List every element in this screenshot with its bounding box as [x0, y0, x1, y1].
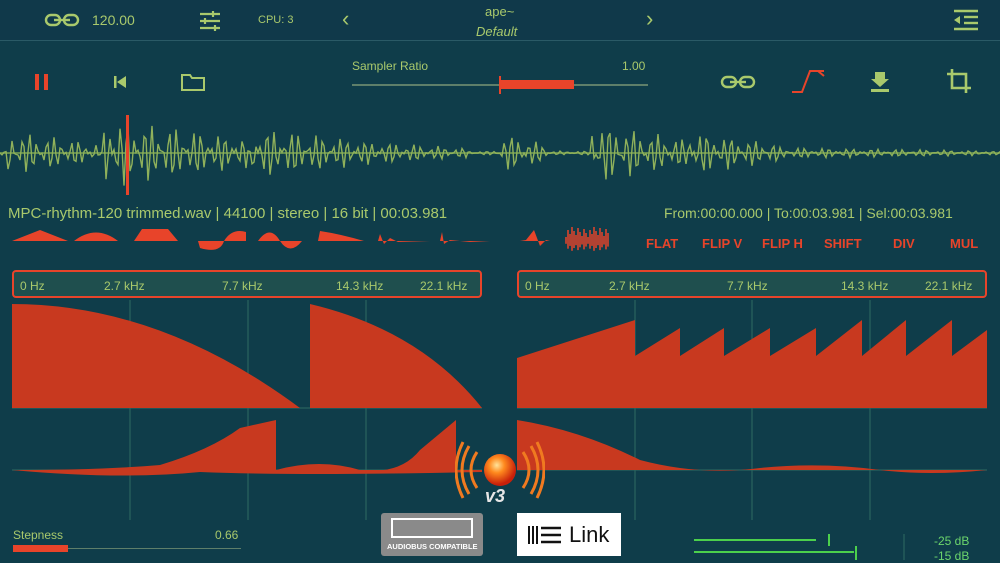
sampler-ratio-label: Sampler Ratio [352, 59, 429, 73]
sampler-ratio-value: 1.00 [622, 59, 646, 73]
link-icon[interactable] [44, 12, 80, 28]
freq-right-4: 22.1 kHz [925, 279, 973, 293]
audiobus-badge: AUDIOBUS COMPATIBLE [381, 513, 483, 556]
meter-bottom-db: -15 dB [934, 549, 970, 563]
waveform-display[interactable] [0, 108, 1000, 198]
audiobus-logo [391, 518, 473, 538]
freq-left-4: 22.1 kHz [420, 279, 468, 293]
shape-bell[interactable] [74, 232, 118, 242]
menu-indent-icon[interactable] [952, 8, 980, 32]
flat-button[interactable]: FLAT [646, 236, 678, 251]
folder-icon[interactable] [180, 72, 206, 92]
stepness-value: 0.66 [215, 528, 239, 542]
shape-presets [12, 227, 609, 251]
mul-button[interactable]: MUL [950, 236, 978, 251]
pause-icon[interactable] [34, 73, 50, 91]
freq-left-2: 7.7 kHz [222, 279, 263, 293]
envelope-trigger-icon[interactable] [790, 68, 826, 94]
sampler-ratio-fill [500, 80, 574, 89]
playhead-marker[interactable] [126, 115, 129, 195]
stepness-label: Stepness [13, 528, 64, 542]
selection-range: From:00:00.000 | To:00:03.981 | Sel:00:0… [664, 205, 953, 221]
level-meters [694, 534, 905, 560]
tempo-value[interactable]: 120.00 [92, 12, 135, 28]
link-toggle-icon[interactable] [720, 74, 756, 90]
freq-left-3: 14.3 kHz [336, 279, 384, 293]
crop-icon[interactable] [946, 68, 972, 94]
freq-axis-left[interactable]: 0 Hz 2.7 kHz 7.7 kHz 14.3 kHz 22.1 kHz [12, 270, 482, 298]
shape-decay[interactable] [318, 231, 364, 241]
shape-burst[interactable] [508, 230, 550, 246]
shape-impulse[interactable] [378, 234, 430, 244]
shape-spike[interactable] [440, 232, 490, 244]
freq-right-0: 0 Hz [525, 279, 550, 293]
shift-button[interactable]: SHIFT [824, 236, 862, 251]
freq-left-1: 2.7 kHz [104, 279, 145, 293]
freq-right-3: 14.3 kHz [841, 279, 889, 293]
sampler-ratio-handle[interactable] [499, 76, 501, 94]
link-logo-icon [528, 526, 561, 544]
next-preset-icon[interactable]: › [646, 6, 653, 32]
sampler-ratio-slider[interactable] [352, 76, 648, 94]
flip-v-button[interactable]: FLIP V [702, 236, 742, 251]
freq-right-2: 7.7 kHz [727, 279, 768, 293]
download-icon[interactable] [870, 70, 890, 92]
shape-wave[interactable] [258, 232, 302, 249]
prev-preset-icon[interactable]: ‹ [342, 6, 349, 32]
div-button[interactable]: DIV [893, 236, 915, 251]
shape-trapezoid[interactable] [134, 229, 178, 241]
meter-top-db: -25 dB [934, 534, 970, 548]
shape-triangle[interactable] [12, 230, 68, 241]
shape-sine[interactable] [198, 231, 246, 250]
shape-noise[interactable] [565, 227, 609, 251]
freq-axis-right[interactable]: 0 Hz 2.7 kHz 7.7 kHz 14.3 kHz 22.1 kHz [517, 270, 987, 298]
plugin-name: ape~ [485, 4, 515, 19]
version-badge: v3 [485, 486, 506, 506]
cpu-label: CPU: 3 [258, 14, 294, 26]
file-info: MPC-rhythm-120 trimmed.wav | 44100 | ste… [8, 205, 448, 222]
stepness-fill [13, 545, 68, 552]
stepness-slider[interactable] [13, 545, 241, 552]
top-bar: 120.00 CPU: 3 ‹ ape~ Default › [0, 0, 1000, 41]
flip-h-button[interactable]: FLIP H [762, 236, 803, 251]
audiobus-text: AUDIOBUS COMPATIBLE [387, 542, 478, 551]
rewind-icon[interactable] [112, 74, 128, 90]
freq-right-1: 2.7 kHz [609, 279, 650, 293]
link-badge: Link [517, 513, 621, 556]
link-badge-text: Link [569, 522, 610, 547]
freq-left-0: 0 Hz [20, 279, 45, 293]
sliders-icon[interactable] [198, 10, 222, 32]
preset-name[interactable]: Default [476, 24, 517, 39]
